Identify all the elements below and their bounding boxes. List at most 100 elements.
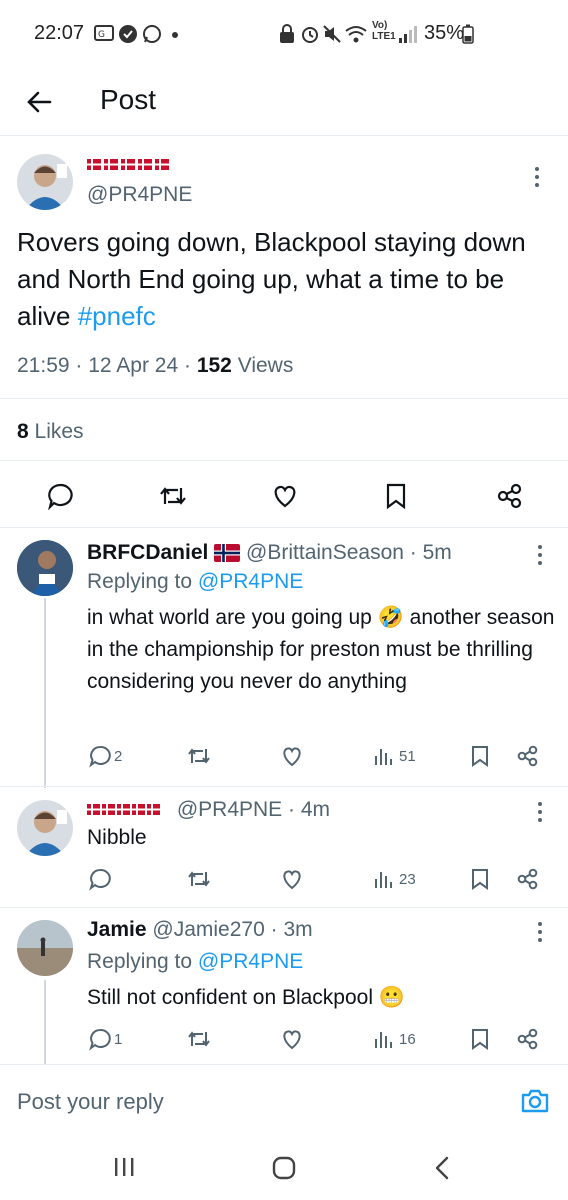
reply-icon[interactable]: [88, 867, 112, 891]
reply-icon[interactable]: [88, 744, 112, 768]
replying-to-link[interactable]: @PR4PNE: [198, 570, 303, 593]
bookmark-icon[interactable]: [470, 744, 490, 768]
divider: [0, 398, 568, 399]
system-navigation-bar: [0, 1138, 568, 1200]
replying-to: Replying to @PR4PNE: [87, 950, 303, 974]
divider: [0, 460, 568, 461]
repost-icon[interactable]: [186, 744, 212, 768]
reply-text: in what world are you going up 🤣 another…: [87, 606, 555, 693]
heart-icon[interactable]: [271, 482, 299, 510]
alarm-icon: [302, 27, 318, 43]
views-count: 152: [196, 354, 232, 377]
likes-count: 8: [17, 420, 29, 443]
author-avatar[interactable]: [17, 154, 73, 210]
battery-percent: 35%: [424, 22, 465, 44]
svg-text:G: G: [98, 30, 105, 40]
signal-icon: [399, 26, 417, 43]
more-options-icon[interactable]: [535, 544, 545, 566]
divider: [0, 786, 568, 787]
share-icon[interactable]: [516, 744, 540, 768]
status-bar: 22:07 G Vo) LTE1 35%: [0, 0, 568, 70]
reply-handle[interactable]: @Jamie270: [152, 918, 264, 941]
home-icon[interactable]: [271, 1155, 297, 1181]
vpn-notification-icon: [119, 25, 137, 43]
recent-apps-icon[interactable]: [112, 1156, 136, 1178]
mute-icon: [323, 25, 341, 43]
reply-author-name[interactable]: Jamie: [87, 918, 147, 941]
back-nav-icon[interactable]: [432, 1155, 452, 1181]
divider: [0, 527, 568, 528]
reply-count: 2: [114, 748, 123, 765]
avatar-photo-icon: [25, 164, 67, 210]
norway-flag-icon: [214, 544, 241, 563]
repost-icon[interactable]: [158, 482, 188, 510]
reply-text: Nibble: [87, 826, 147, 849]
post-meta: 21:59 · 12 Apr 24 · 152 Views: [17, 354, 294, 377]
arrow-left-icon: [27, 91, 52, 113]
reply-avatar[interactable]: [17, 540, 73, 596]
denmark-flags-icon: [87, 804, 160, 816]
views-label: Views: [237, 354, 294, 377]
share-icon[interactable]: [496, 482, 524, 510]
avatar-photo-icon: [17, 920, 73, 976]
denmark-flags-icon: [87, 159, 169, 170]
bookmark-icon[interactable]: [384, 482, 408, 510]
bookmark-icon[interactable]: [470, 867, 490, 891]
share-icon[interactable]: [516, 867, 540, 891]
heart-icon[interactable]: [280, 1027, 304, 1051]
repost-icon[interactable]: [186, 1027, 212, 1051]
more-options-icon[interactable]: [535, 801, 545, 823]
reply-icon[interactable]: [88, 1027, 112, 1051]
reply-handle[interactable]: @PR4PNE: [177, 798, 282, 821]
reply-header: BRFCDaniel @BrittainSeason · 5m: [87, 541, 452, 564]
reply-input[interactable]: Post your reply: [17, 1089, 164, 1115]
replying-to: Replying to @PR4PNE: [87, 570, 303, 594]
lock-icon: [280, 24, 294, 43]
reply-time: 4m: [300, 798, 331, 821]
analytics-icon[interactable]: [374, 746, 394, 766]
reply-avatar[interactable]: [17, 920, 73, 976]
post-text: Rovers going down, Blackpool staying dow…: [17, 224, 547, 335]
bookmark-icon[interactable]: [470, 1027, 490, 1051]
reply-header: @PR4PNE · 4m: [87, 798, 330, 822]
reply-text: Still not confident on Blackpool 😬: [87, 986, 405, 1009]
avatar-photo-icon: [17, 540, 73, 596]
volte-indicator: Vo) LTE1: [372, 20, 396, 42]
share-icon[interactable]: [516, 1027, 540, 1051]
avatar-photo-icon: [25, 810, 67, 856]
heart-icon[interactable]: [280, 744, 304, 768]
divider: [0, 907, 568, 908]
post-action-bar: [0, 478, 568, 514]
author-display-name-flags: [87, 155, 177, 175]
analytics-icon[interactable]: [374, 869, 394, 889]
camera-icon[interactable]: [520, 1087, 550, 1115]
hashtag-link[interactable]: #pnefc: [78, 301, 156, 331]
back-button[interactable]: [22, 84, 58, 120]
whatsapp-icon: [143, 25, 161, 43]
repost-icon[interactable]: [186, 867, 212, 891]
reply-icon[interactable]: [46, 482, 74, 510]
replying-prefix: Replying to: [87, 570, 193, 593]
likes-summary[interactable]: 8 Likes: [17, 420, 84, 444]
views-count: 23: [399, 871, 416, 888]
battery-icon: [462, 24, 474, 44]
more-options-icon[interactable]: [532, 166, 542, 188]
more-options-icon[interactable]: [535, 921, 545, 943]
status-time: 22:07: [34, 22, 85, 44]
reply-time: 5m: [422, 541, 452, 564]
reply-author-name[interactable]: BRFCDaniel: [87, 541, 208, 564]
reply-avatar[interactable]: [17, 800, 73, 856]
wifi-icon: [345, 26, 367, 43]
gallery-notification-icon: G: [94, 25, 114, 41]
reply-handle[interactable]: @BrittainSeason: [246, 541, 404, 564]
author-handle[interactable]: @PR4PNE: [87, 183, 192, 207]
post-date: 12 Apr 24: [88, 354, 179, 377]
replying-prefix: Replying to: [87, 950, 193, 973]
reply-composer: Post your reply: [0, 1064, 568, 1139]
reply-header: Jamie @Jamie270 · 3m: [87, 918, 313, 941]
reply-count: 1: [114, 1031, 123, 1048]
replying-to-link[interactable]: @PR4PNE: [198, 950, 303, 973]
analytics-icon[interactable]: [374, 1029, 394, 1049]
thread-line: [44, 980, 46, 1064]
heart-icon[interactable]: [280, 867, 304, 891]
